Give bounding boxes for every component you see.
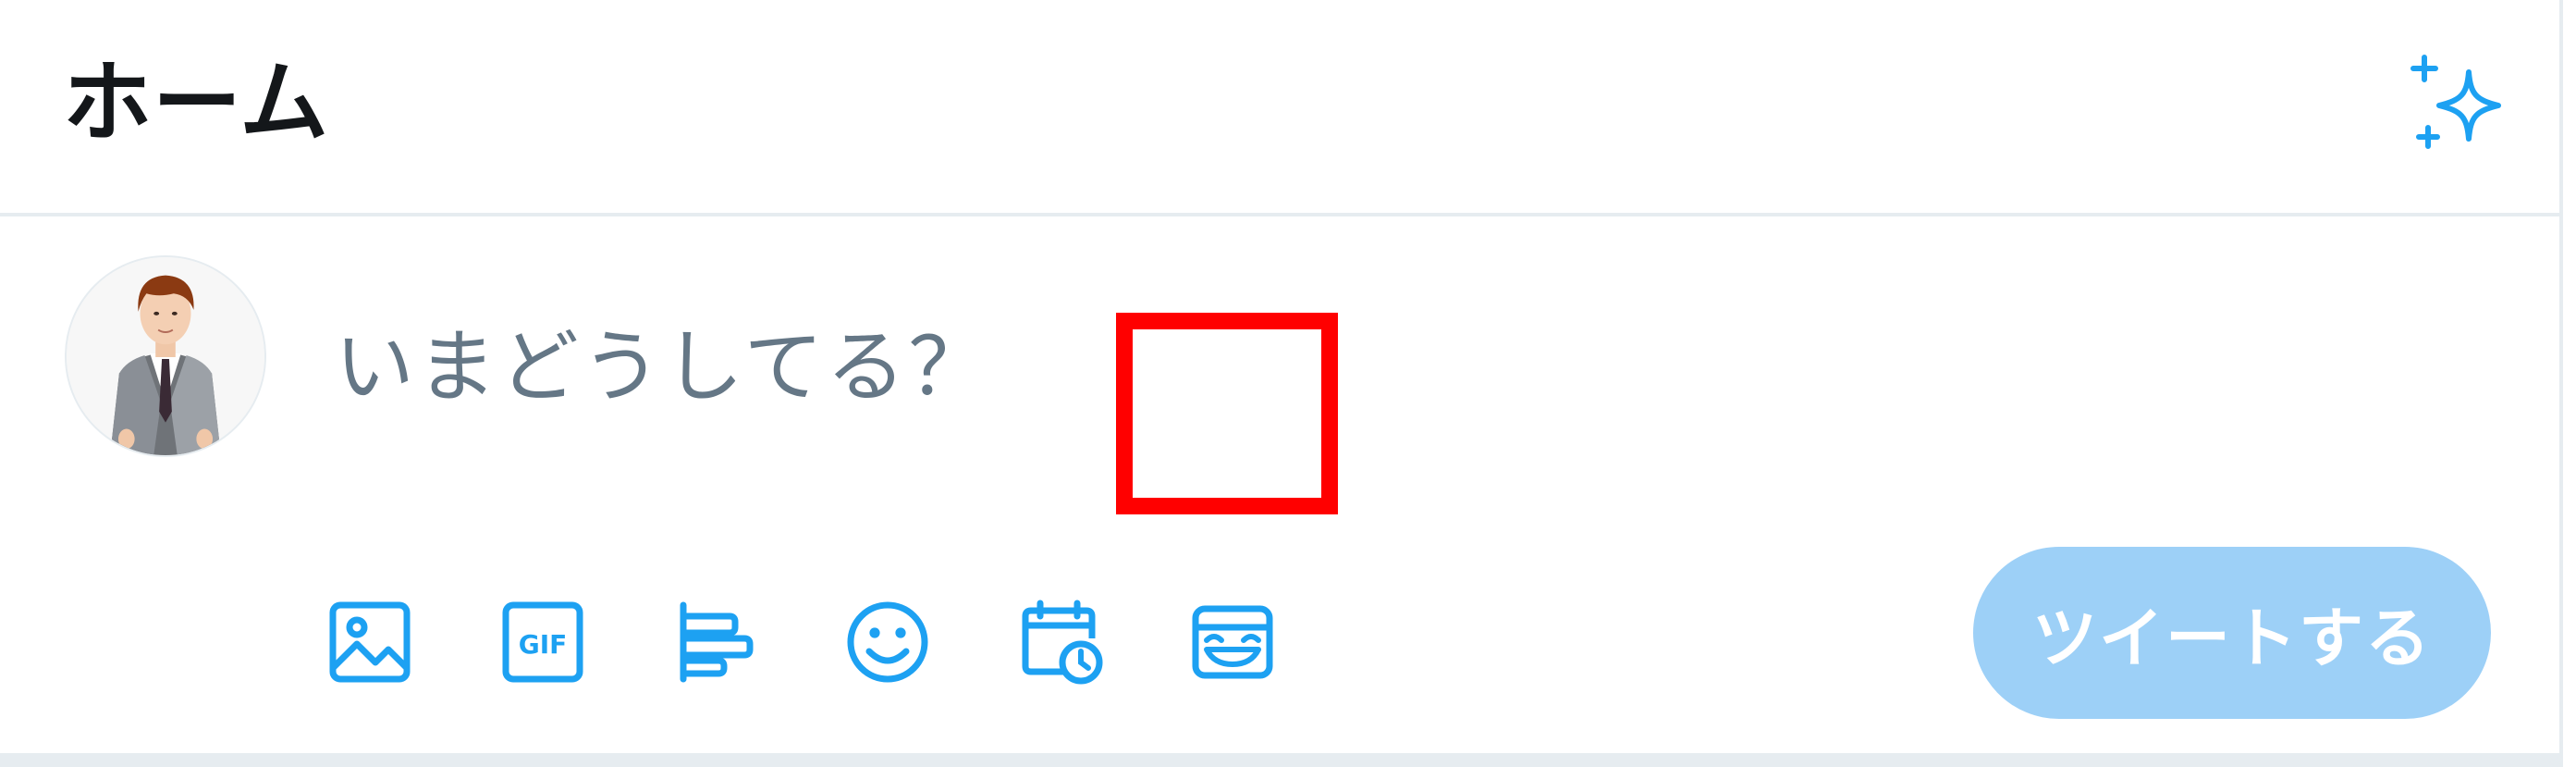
home-page: ホーム いまどうしてる？ GIF ツイートする [0,0,2576,767]
schedule-icon[interactable] [987,568,1135,716]
avatar[interactable] [65,255,266,457]
header: ホーム [0,0,2559,216]
compose-box: いまどうしてる？ GIF ツイートする [0,216,2559,753]
compose-toolbar: GIF [296,568,1405,716]
emoji-icon[interactable] [814,568,962,716]
divider [0,753,2559,767]
stickers-icon[interactable] [1159,568,1306,716]
divider [2559,0,2563,767]
poll-icon[interactable] [641,568,789,716]
tweet-input[interactable]: いまどうしてる？ [335,316,990,418]
sparkle-icon[interactable] [2406,54,2509,157]
tweet-button[interactable]: ツイートする [1973,547,2491,719]
gif-icon[interactable]: GIF [469,568,617,716]
image-icon[interactable] [296,568,444,716]
gif-label: GIF [519,629,568,660]
page-title: ホーム [63,51,330,155]
